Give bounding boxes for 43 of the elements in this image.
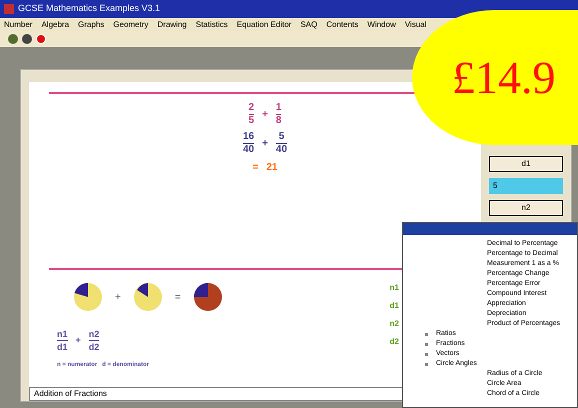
operator: + (262, 137, 268, 151)
menu-item[interactable]: Number (4, 18, 32, 30)
menu-item[interactable]: Statistics (196, 18, 228, 30)
pie-drawing (132, 282, 163, 312)
menu-item[interactable]: SAQ (300, 18, 318, 30)
app-icon (4, 4, 14, 14)
variable-label: d1 (390, 300, 399, 312)
menu-item[interactable]: Visual (404, 18, 426, 30)
menu-item[interactable]: Contents (326, 18, 358, 30)
value-field[interactable]: 5 (489, 178, 563, 194)
menu-item[interactable]: Equation Editor (236, 18, 292, 30)
menu-item[interactable]: Algebra (41, 18, 70, 30)
variable-button[interactable]: n2 (489, 200, 563, 216)
fraction: 1 8 (276, 102, 282, 127)
menu-item[interactable]: Drawing (157, 18, 187, 30)
menu-item[interactable]: Graphs (78, 18, 104, 30)
tree-bullet-icon (425, 362, 428, 366)
fraction: 2 5 (248, 102, 254, 127)
variable-label: n2 (390, 318, 399, 330)
field-value: 5 (493, 180, 498, 192)
operator: + (76, 334, 81, 347)
fraction: 16 40 (242, 131, 254, 156)
equals-sign: = (174, 290, 181, 304)
pie-drawing (192, 282, 223, 312)
menu-item[interactable]: Geometry (113, 18, 148, 30)
fraction: 5 40 (276, 131, 288, 156)
tree-bullet-icon (425, 342, 428, 346)
price-text: £14.9 (452, 54, 556, 100)
result-fraction: 21 (266, 162, 278, 174)
window-title: GCSE Mathematics Examples V3.1 (18, 2, 160, 16)
variable-button[interactable]: d1 (489, 156, 563, 172)
tree-bullet-icon (425, 332, 428, 336)
operator: + (115, 290, 121, 304)
operator: + (262, 108, 268, 122)
equals-sign: = (252, 161, 258, 175)
status-text: Addition of Fractions (34, 388, 107, 400)
tree-bullet-icon (425, 352, 428, 356)
pie-drawing (73, 282, 103, 312)
variable-label: d2 (390, 336, 399, 348)
variable-label: n1 (390, 282, 399, 294)
fraction: n1 d1 (57, 328, 68, 353)
menu-item[interactable]: Window (367, 18, 396, 30)
fraction: n2 d2 (88, 328, 100, 353)
